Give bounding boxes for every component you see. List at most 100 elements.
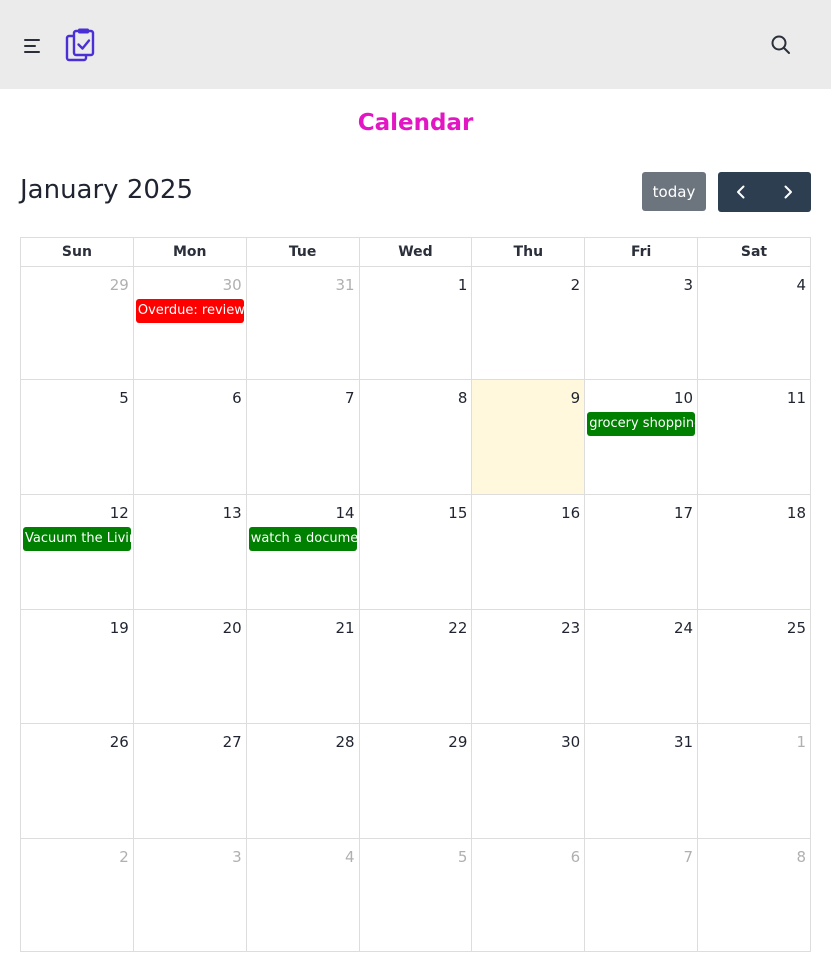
day-number[interactable]: 14 [247, 495, 359, 527]
day-number[interactable]: 5 [21, 380, 133, 412]
day-cell[interactable]: 8 [358, 379, 473, 495]
calendar-event[interactable]: Overdue: review my notes [135, 299, 244, 323]
day-cell[interactable]: 10 grocery shopping [584, 379, 699, 495]
prev-month-button[interactable] [718, 172, 765, 212]
day-number[interactable]: 11 [698, 380, 810, 412]
day-number[interactable]: 31 [585, 724, 697, 756]
day-number[interactable]: 4 [698, 267, 810, 299]
day-cell[interactable]: 8 [697, 838, 811, 952]
hamburger-menu-icon[interactable] [24, 37, 44, 55]
day-cell[interactable]: 5 [358, 838, 473, 952]
day-cell[interactable]: 29 [20, 266, 134, 380]
day-cell[interactable]: 3 [132, 838, 247, 952]
day-cell[interactable]: 29 [358, 723, 473, 839]
day-number[interactable]: 4 [247, 839, 359, 871]
day-number[interactable]: 6 [134, 380, 246, 412]
day-number[interactable]: 8 [360, 380, 472, 412]
day-cell[interactable]: 24 [584, 609, 699, 724]
day-cell[interactable]: 5 [20, 379, 134, 495]
day-number[interactable]: 7 [247, 380, 359, 412]
day-cell[interactable]: 22 [358, 609, 473, 724]
day-cell[interactable]: 23 [471, 609, 586, 724]
day-number[interactable]: 1 [698, 724, 810, 756]
day-number[interactable]: 17 [585, 495, 697, 527]
day-cell[interactable]: 11 [697, 379, 811, 495]
day-cell[interactable]: 15 [358, 494, 473, 610]
day-number[interactable]: 3 [134, 839, 246, 871]
calendar-event[interactable]: grocery shopping [587, 412, 696, 436]
day-number[interactable]: 22 [360, 610, 472, 642]
day-cell[interactable]: 17 [584, 494, 699, 610]
day-cell[interactable]: 4 [245, 838, 360, 952]
calendar-event[interactable]: watch a documentary [248, 527, 357, 551]
day-number[interactable]: 29 [360, 724, 472, 756]
day-number[interactable]: 15 [360, 495, 472, 527]
day-number[interactable]: 10 [585, 380, 697, 412]
day-cell[interactable]: 30 [471, 723, 586, 839]
day-cell[interactable]: 18 [697, 494, 811, 610]
day-number[interactable]: 21 [247, 610, 359, 642]
day-cell[interactable]: 16 [471, 494, 586, 610]
day-number[interactable]: 25 [698, 610, 810, 642]
day-number[interactable]: 18 [698, 495, 810, 527]
day-number[interactable]: 5 [360, 839, 472, 871]
day-number[interactable]: 20 [134, 610, 246, 642]
day-cell[interactable]: 4 [697, 266, 811, 380]
day-cell[interactable]: 9 [471, 379, 586, 495]
day-number[interactable]: 31 [247, 267, 359, 299]
search-icon[interactable] [770, 34, 792, 56]
day-number[interactable]: 6 [472, 839, 584, 871]
day-number[interactable]: 19 [21, 610, 133, 642]
week-row: 2345678 [20, 838, 811, 952]
week-row: 26 27 28 29 30 31 1 [20, 723, 811, 839]
chevron-left-icon [737, 185, 745, 199]
chevron-right-icon [784, 185, 792, 199]
day-number[interactable]: 12 [21, 495, 133, 527]
day-number[interactable]: 30 [472, 724, 584, 756]
day-number[interactable]: 16 [472, 495, 584, 527]
day-cell[interactable]: 12Vacuum the Living Room [20, 494, 134, 610]
day-number[interactable]: 27 [134, 724, 246, 756]
day-cell[interactable]: 3 [584, 266, 699, 380]
day-cell[interactable]: 2 [20, 838, 134, 952]
next-month-button[interactable] [765, 172, 812, 212]
day-cell[interactable]: 6 [132, 379, 247, 495]
day-cell[interactable]: 6 [471, 838, 586, 952]
clipboard-check-icon[interactable] [64, 27, 96, 63]
day-number[interactable]: 29 [21, 267, 133, 299]
day-cell[interactable]: 31 [584, 723, 699, 839]
day-cell[interactable]: 30Overdue: review my notes [132, 266, 247, 380]
day-number[interactable]: 30 [134, 267, 246, 299]
day-cell[interactable]: 1 [358, 266, 473, 380]
day-number[interactable]: 8 [698, 839, 810, 871]
day-number[interactable]: 7 [585, 839, 697, 871]
day-cell[interactable]: 13 [132, 494, 247, 610]
day-number[interactable]: 26 [21, 724, 133, 756]
day-cell[interactable]: 31 [245, 266, 360, 380]
day-cell[interactable]: 14watch a documentary [245, 494, 360, 610]
day-cell[interactable]: 7 [245, 379, 360, 495]
day-cell[interactable]: 19 [20, 609, 134, 724]
day-number[interactable]: 3 [585, 267, 697, 299]
day-number[interactable]: 2 [472, 267, 584, 299]
weekday-header-tue: Tue [245, 237, 360, 267]
day-cell[interactable]: 28 [245, 723, 360, 839]
today-button[interactable]: today [642, 172, 706, 211]
day-number[interactable]: 13 [134, 495, 246, 527]
calendar-event[interactable]: Vacuum the Living Room [23, 527, 131, 551]
day-number[interactable]: 23 [472, 610, 584, 642]
day-number[interactable]: 24 [585, 610, 697, 642]
day-cell[interactable]: 25 [697, 609, 811, 724]
top-bar [0, 0, 831, 89]
day-cell[interactable]: 21 [245, 609, 360, 724]
day-number[interactable]: 1 [360, 267, 472, 299]
day-number[interactable]: 28 [247, 724, 359, 756]
day-number[interactable]: 2 [21, 839, 133, 871]
day-cell[interactable]: 26 [20, 723, 134, 839]
day-cell[interactable]: 20 [132, 609, 247, 724]
day-cell[interactable]: 7 [584, 838, 699, 952]
day-cell[interactable]: 2 [471, 266, 586, 380]
day-cell[interactable]: 27 [132, 723, 247, 839]
day-number[interactable]: 9 [472, 380, 584, 412]
day-cell[interactable]: 1 [697, 723, 811, 839]
